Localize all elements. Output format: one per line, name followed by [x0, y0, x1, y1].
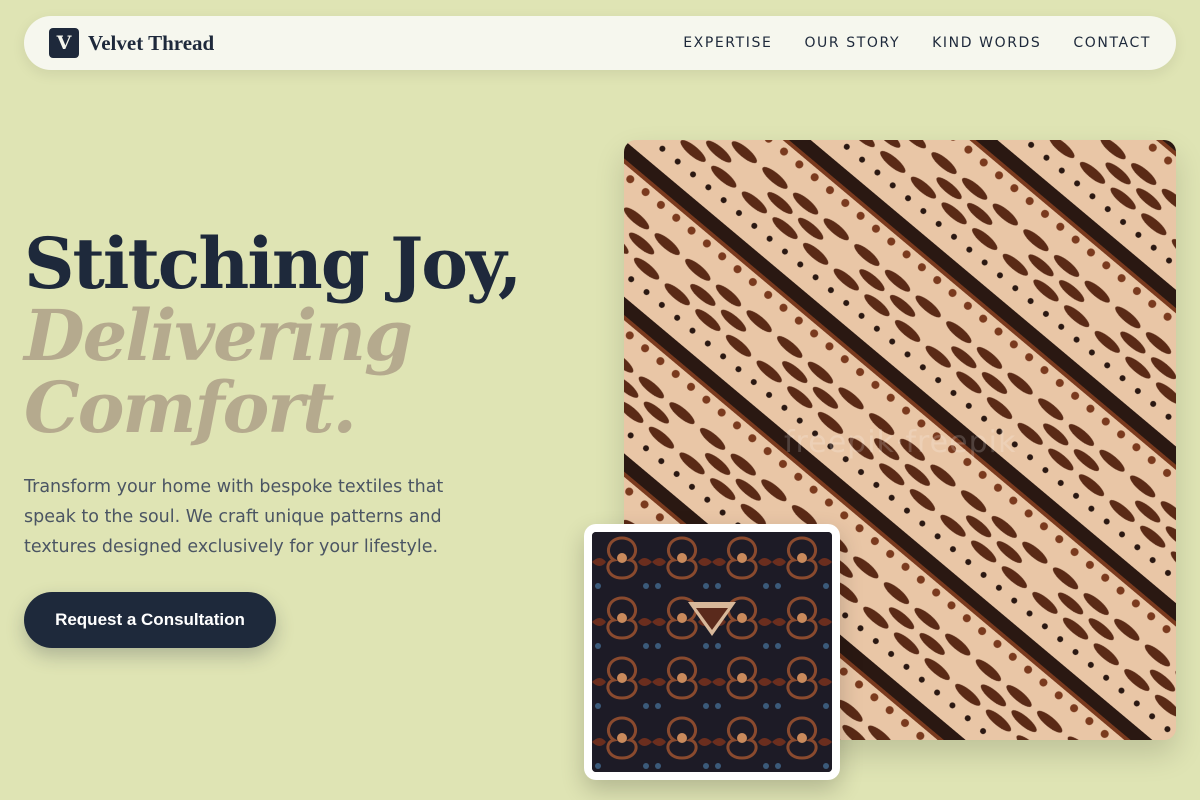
top-navbar: V Velvet Thread EXPERTISE OUR STORY KIND…	[24, 16, 1176, 70]
brand-name: Velvet Thread	[88, 30, 215, 55]
logo-icon: V	[49, 28, 79, 58]
hero-title-line-3: Comfort.	[24, 366, 357, 449]
logo-letter: V	[56, 32, 72, 54]
hero-subtitle: Transform your home with bespoke textile…	[24, 477, 444, 557]
inset-fabric-image	[592, 532, 832, 772]
nav-links: EXPERTISE OUR STORY KIND WORDS CONTACT	[683, 35, 1151, 51]
hero-title-line-1: Stitching Joy,	[24, 222, 522, 305]
nav-link-expertise[interactable]: EXPERTISE	[683, 35, 772, 51]
inset-fabric-card	[584, 524, 840, 780]
nav-link-our-story[interactable]: OUR STORY	[804, 35, 900, 51]
hero-title-line-2: Delivering	[24, 294, 413, 377]
hero-title: Stitching Joy, Delivering Comfort.	[24, 222, 522, 449]
image-watermark: freepik·freepik	[784, 425, 1017, 460]
request-consultation-button[interactable]: Request a Consultation	[24, 592, 276, 648]
brand[interactable]: V Velvet Thread	[49, 28, 214, 58]
nav-link-contact[interactable]: CONTACT	[1073, 35, 1151, 51]
nav-link-kind-words[interactable]: KIND WORDS	[932, 35, 1041, 51]
